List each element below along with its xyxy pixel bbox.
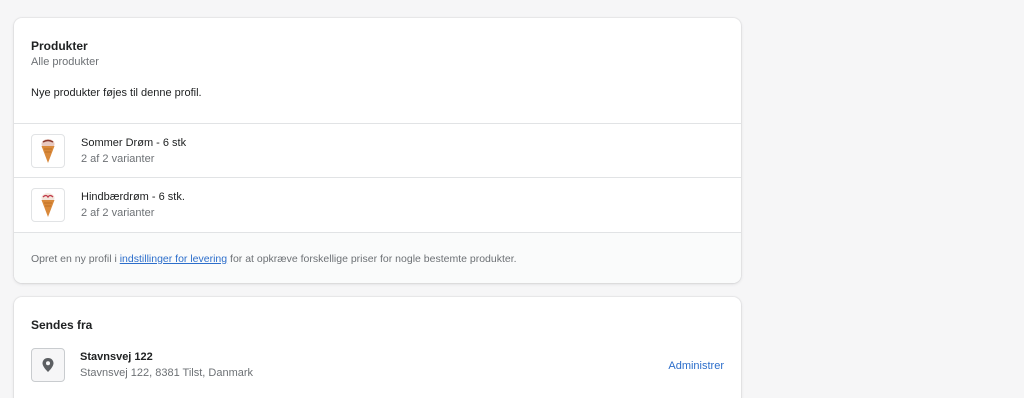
products-card-footer: Opret en ny profil i indstillinger for l… [14, 232, 741, 283]
footer-text-prefix: Opret en ny profil i [31, 253, 120, 265]
ships-from-title: Sendes fra [31, 318, 93, 332]
footer-text-suffix: for at opkræve forskellige priser for no… [227, 253, 517, 265]
product-thumbnail [31, 133, 65, 168]
manage-location-button[interactable]: Administrer [668, 358, 724, 374]
product-variants: 2 af 2 varianter [81, 206, 155, 219]
product-name: Sommer Drøm - 6 stk [81, 136, 187, 149]
product-name: Hindbærdrøm - 6 stk. [81, 190, 185, 203]
product-thumbnail [31, 187, 65, 222]
product-variants: 2 af 2 varianter [81, 152, 155, 165]
delivery-settings-link[interactable]: indstillinger for levering [120, 253, 227, 265]
location-info: Stavnsvej 122 Stavnsvej 122, 8381 Tilst,… [80, 349, 253, 381]
products-card-subtitle: Alle produkter [31, 56, 99, 68]
location-pin-icon [42, 358, 54, 372]
products-card-header: Produkter Alle produkter [14, 18, 741, 70]
ice-cream-cone-icon [41, 138, 55, 163]
ice-cream-cone-icon [41, 192, 55, 217]
product-info: Sommer Drøm - 6 stk 2 af 2 varianter [81, 135, 186, 167]
ships-from-card: Sendes fra Stavnsvej 122 Stavnsvej 122, … [14, 297, 741, 398]
products-card-title: Produkter [31, 39, 88, 53]
location-address: Stavnsvej 122, 8381 Tilst, Danmark [80, 367, 254, 379]
products-card: Produkter Alle produkter Nye produkter f… [14, 18, 741, 283]
product-info: Hindbærdrøm - 6 stk. 2 af 2 varianter [81, 189, 185, 221]
product-row[interactable]: Hindbærdrøm - 6 stk. 2 af 2 varianter [14, 177, 741, 231]
product-row[interactable]: Sommer Drøm - 6 stk 2 af 2 varianter [14, 123, 741, 177]
products-note-text: Nye produkter føjes til denne profil. [31, 87, 202, 99]
location-icon-box [31, 348, 65, 382]
location-name: Stavnsvej 122 [80, 351, 153, 363]
